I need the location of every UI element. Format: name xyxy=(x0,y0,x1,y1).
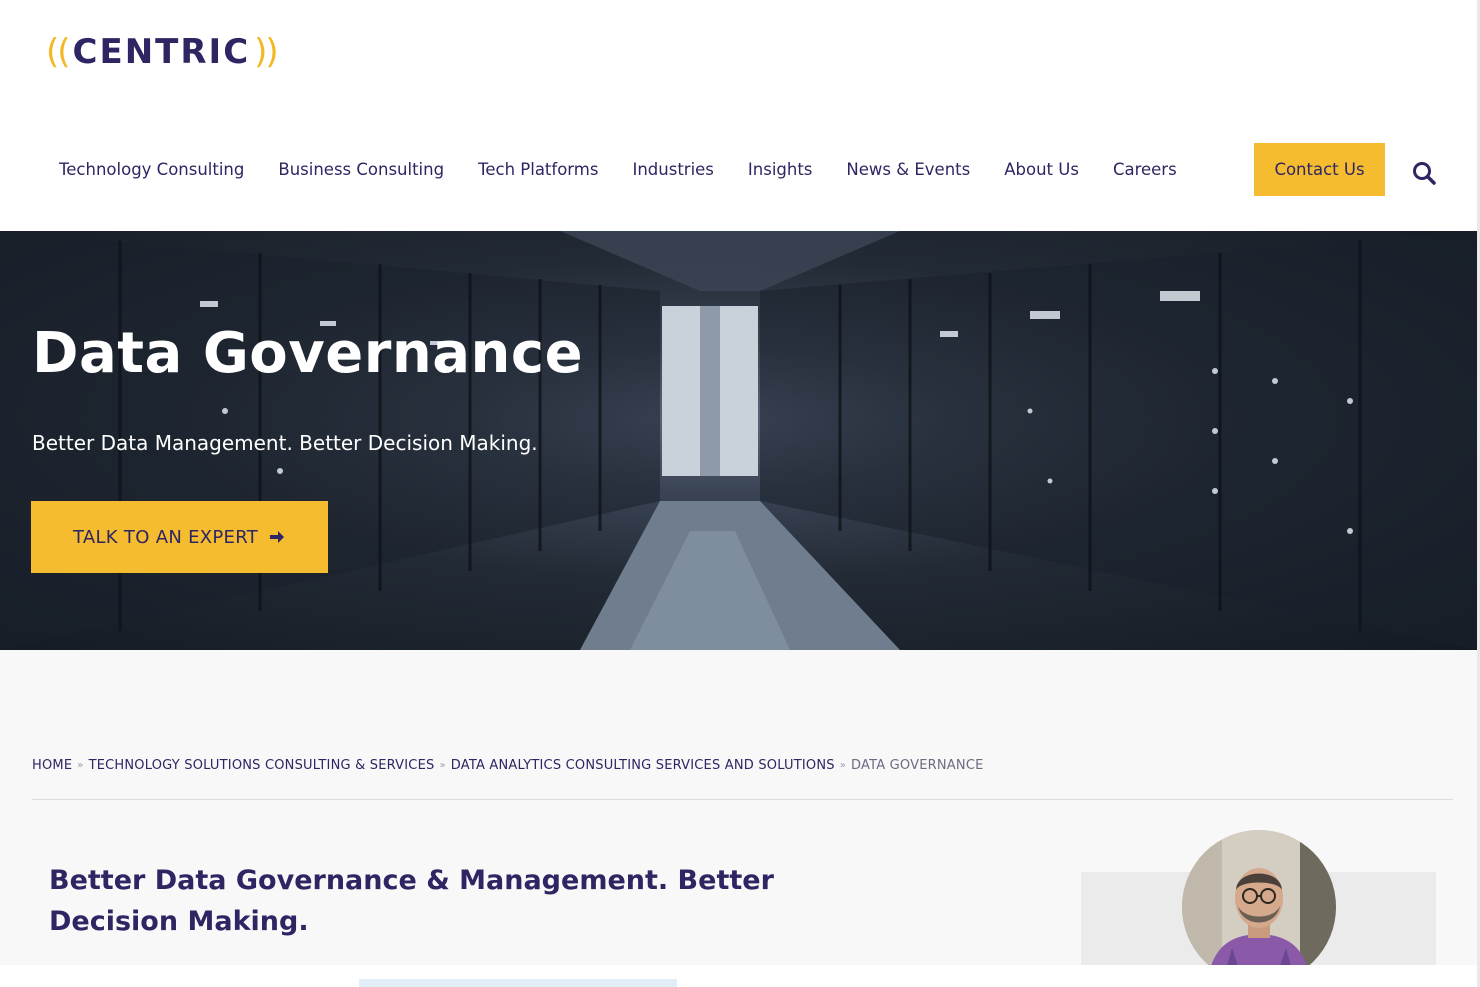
breadcrumb-separator: » xyxy=(439,760,446,771)
logo-left-mark: (( xyxy=(46,32,70,72)
breadcrumb-separator: » xyxy=(77,760,84,771)
talk-to-expert-button[interactable]: TALK TO AN EXPERT xyxy=(31,501,328,573)
breadcrumb: HOME » TECHNOLOGY SOLUTIONS CONSULTING &… xyxy=(32,758,984,773)
hero-banner: Data Governance Better Data Management. … xyxy=(0,231,1480,650)
expert-avatar xyxy=(1182,830,1336,984)
breadcrumb-data-analytics[interactable]: DATA ANALYTICS CONSULTING SERVICES AND S… xyxy=(451,758,835,773)
nav-item-careers[interactable]: Careers xyxy=(1096,160,1194,179)
centric-logo[interactable]: (( CENTRIC )) xyxy=(46,32,279,72)
main-nav: Technology Consulting Business Consultin… xyxy=(42,143,1194,196)
talk-to-expert-label: TALK TO AN EXPERT xyxy=(72,526,259,548)
breadcrumb-technology-solutions[interactable]: TECHNOLOGY SOLUTIONS CONSULTING & SERVIC… xyxy=(89,758,435,773)
site-header: (( CENTRIC )) Technology Consulting Busi… xyxy=(0,0,1480,231)
breadcrumb-home[interactable]: HOME xyxy=(32,758,72,773)
logo-wordmark: CENTRIC xyxy=(72,32,251,72)
page-content: HOME » TECHNOLOGY SOLUTIONS CONSULTING &… xyxy=(0,650,1480,987)
bottom-strip xyxy=(359,979,677,987)
search-icon[interactable] xyxy=(1411,160,1437,186)
avatar-photo xyxy=(1182,830,1336,984)
nav-item-industries[interactable]: Industries xyxy=(615,160,730,179)
arrow-right-icon xyxy=(270,531,285,543)
hero-subtitle: Better Data Management. Better Decision … xyxy=(32,431,538,455)
breadcrumb-separator: » xyxy=(839,760,847,771)
breadcrumb-current: DATA GOVERNANCE xyxy=(851,758,984,773)
nav-item-business-consulting[interactable]: Business Consulting xyxy=(261,160,461,179)
breadcrumb-divider xyxy=(32,799,1453,800)
nav-item-about-us[interactable]: About Us xyxy=(987,160,1096,179)
hero-title: Data Governance xyxy=(32,321,584,386)
nav-item-technology-consulting[interactable]: Technology Consulting xyxy=(42,160,261,179)
logo-right-mark: )) xyxy=(254,32,278,72)
nav-item-tech-platforms[interactable]: Tech Platforms xyxy=(461,160,615,179)
bottom-bar xyxy=(0,965,1480,987)
nav-item-insights[interactable]: Insights xyxy=(731,160,830,179)
section-title: Better Data Governance & Management. Bet… xyxy=(49,865,774,937)
contact-us-button[interactable]: Contact Us xyxy=(1254,143,1385,196)
nav-item-news-events[interactable]: News & Events xyxy=(829,160,987,179)
